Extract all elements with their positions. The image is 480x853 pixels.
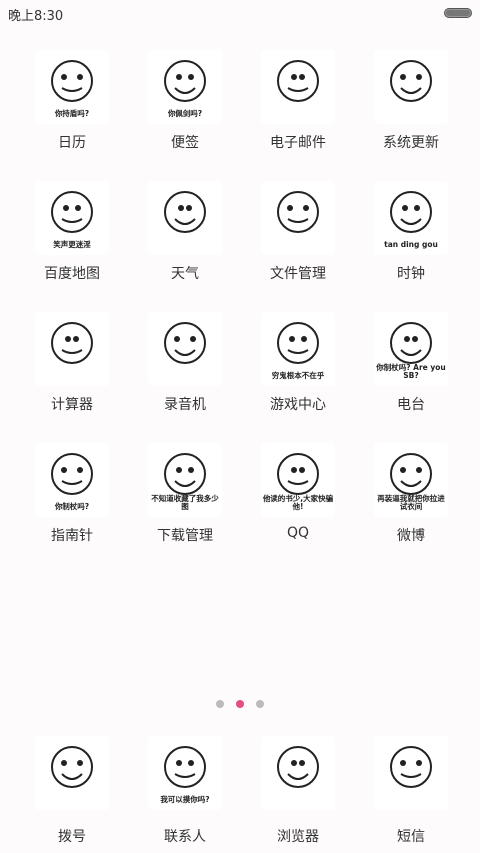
sign-meme-icon: [261, 50, 335, 124]
app-label: 天气: [171, 266, 199, 282]
doraemon-meme-icon: 穷鬼根本不在乎: [261, 312, 335, 386]
app-计算器[interactable]: 计算器: [12, 302, 132, 422]
app-label: 录音机: [164, 397, 206, 413]
icon-caption: 你持盾吗?: [54, 108, 90, 118]
captain-shield-meme-icon: 你持盾吗?: [35, 50, 109, 124]
app-label: 文件管理: [270, 266, 326, 282]
tentacle-meme-icon: tan ding gou: [374, 181, 448, 255]
page-dot[interactable]: [256, 700, 264, 708]
app-label: QQ: [286, 525, 310, 541]
app-指南针[interactable]: 你制杖吗? 指南针: [12, 433, 132, 553]
app-下载管理[interactable]: 不知道收藏了我多少图 下载管理: [125, 433, 245, 553]
app-录音机[interactable]: 录音机: [125, 302, 245, 422]
battery-icon: [444, 8, 472, 18]
icon-caption: 笑声更迷淫: [53, 239, 91, 249]
wizard-meme-icon: 你制杖吗? Are you SB?: [374, 312, 448, 386]
panda-sign-meme-icon: [374, 50, 448, 124]
app-天气[interactable]: 天气: [125, 171, 245, 291]
app-日历[interactable]: 你持盾吗? 日历: [12, 40, 132, 160]
app-label: 系统更新: [383, 135, 439, 151]
app-百度地图[interactable]: 笑声更迷淫 百度地图: [12, 171, 132, 291]
dock: 拨号 我可以摸你吗? 联系人 浏览器 短信: [0, 730, 480, 853]
soldier-panda-meme-icon: [374, 736, 448, 810]
laugh-meme-icon: 他读的书少,大家快骗他!: [261, 443, 335, 517]
icon-caption: 你制杖吗?: [54, 501, 90, 511]
app-系统更新[interactable]: 系统更新: [351, 40, 471, 160]
app-label: 时钟: [397, 266, 425, 282]
app-微博[interactable]: 再装逼我就把你拉进试衣间 微博: [351, 433, 471, 553]
app-电子邮件[interactable]: 电子邮件: [238, 40, 358, 160]
app-label: 游戏中心: [270, 397, 326, 413]
app-label: 浏览器: [277, 829, 319, 845]
clock: 晚上8:30: [8, 9, 64, 24]
app-label: 微博: [397, 528, 425, 544]
app-label: 计算器: [51, 397, 93, 413]
app-浏览器[interactable]: 浏览器: [238, 730, 358, 850]
round-face-meme-icon: [148, 312, 222, 386]
app-label: 便签: [171, 135, 199, 151]
app-label: 联系人: [164, 829, 206, 845]
banana-meme-icon: [148, 181, 222, 255]
icon-caption: 再装逼我就把你拉进试衣间: [377, 493, 445, 511]
sword-meme-icon: 你佩剑吗?: [148, 50, 222, 124]
app-label: 短信: [397, 829, 425, 845]
headphone-meme-icon: 笑声更迷淫: [35, 181, 109, 255]
app-游戏中心[interactable]: 穷鬼根本不在乎游戏中心: [238, 302, 358, 422]
app-label: 拨号: [58, 829, 86, 845]
rose-face-meme-icon: [35, 736, 109, 810]
gold-meme-icon: [35, 312, 109, 386]
app-label: 电台: [397, 397, 425, 413]
icon-caption: 穷鬼根本不在乎: [271, 370, 325, 380]
page-dot[interactable]: [236, 700, 244, 708]
rabbit-meme-icon: 我可以摸你吗?: [148, 736, 222, 810]
icon-caption: 你制杖吗? Are you SB?: [376, 362, 446, 380]
app-label: 日历: [58, 135, 86, 151]
page-dot[interactable]: [216, 700, 224, 708]
smug-face-meme-icon: [261, 736, 335, 810]
loki-meme-icon: 你制杖吗?: [35, 443, 109, 517]
app-便签[interactable]: 你佩剑吗? 便签: [125, 40, 245, 160]
icon-caption: 你佩剑吗?: [167, 108, 203, 118]
status-bar: 晚上8:30: [0, 0, 480, 28]
app-label: 指南针: [51, 528, 93, 544]
icon-caption: 我可以摸你吗?: [160, 794, 210, 804]
app-label: 电子邮件: [270, 135, 326, 151]
page-indicator: [0, 700, 480, 710]
icon-caption: 不知道收藏了我多少图: [151, 493, 219, 511]
app-label: 下载管理: [157, 528, 213, 544]
app-QQ[interactable]: 他读的书少,大家快骗他! QQ: [238, 433, 358, 553]
app-时钟[interactable]: tan ding gou 时钟: [351, 171, 471, 291]
app-文件管理[interactable]: 文件管理: [238, 171, 358, 291]
icon-caption: tan ding gou: [384, 239, 438, 249]
app-短信[interactable]: 短信: [351, 730, 471, 850]
app-拨号[interactable]: 拨号: [12, 730, 132, 850]
two-faces-meme-icon: [261, 181, 335, 255]
panda-point-meme-icon: 再装逼我就把你拉进试衣间: [374, 443, 448, 517]
app-联系人[interactable]: 我可以摸你吗? 联系人: [125, 730, 245, 850]
panda-sunglasses-meme-icon: 不知道收藏了我多少图: [148, 443, 222, 517]
app-电台[interactable]: 你制杖吗? Are you SB? 电台: [351, 302, 471, 422]
app-label: 百度地图: [44, 266, 100, 282]
icon-caption: 他读的书少,大家快骗他!: [262, 493, 334, 511]
